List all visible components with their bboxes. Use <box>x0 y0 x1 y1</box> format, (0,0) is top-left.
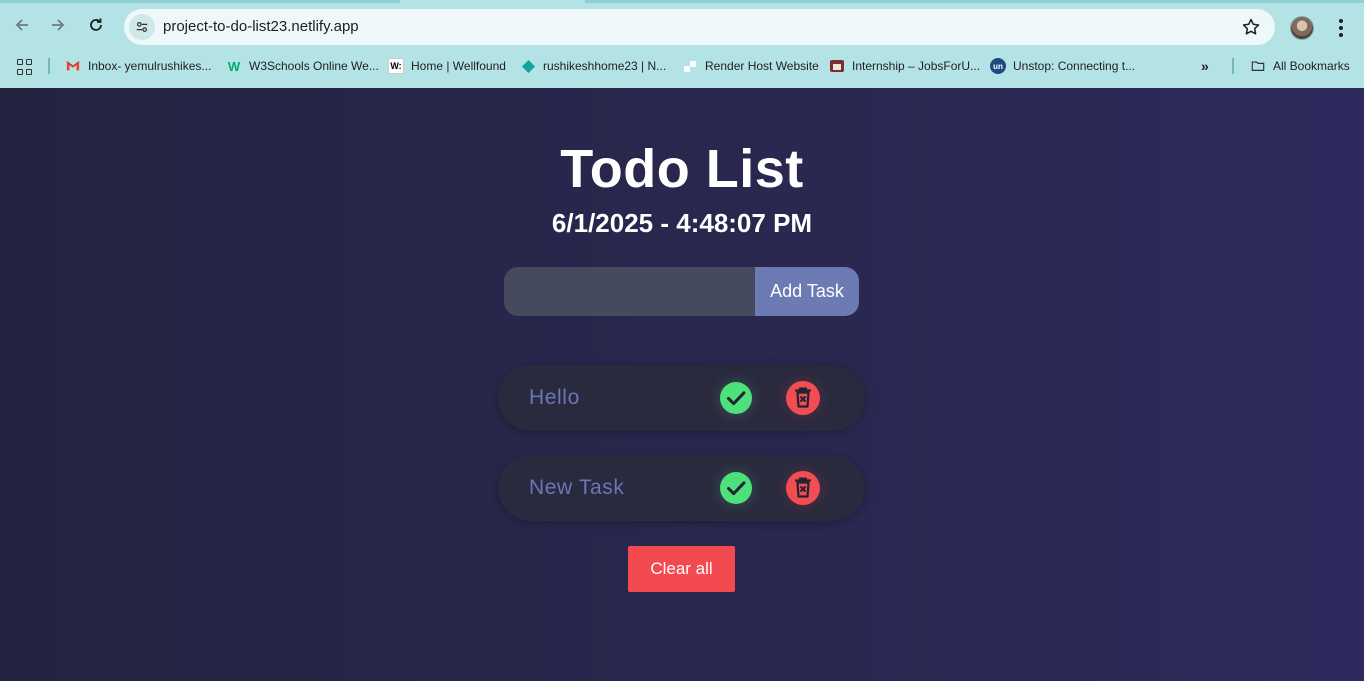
delete-task-button[interactable] <box>786 471 820 505</box>
tab-strip-edge <box>585 0 1364 3</box>
bookmark-unstop[interactable]: un Unstop: Connecting t... <box>990 56 1135 76</box>
task-label: New Task <box>529 476 625 499</box>
unstop-icon: un <box>990 58 1006 74</box>
complete-task-button[interactable] <box>720 472 752 504</box>
reload-button[interactable] <box>82 11 110 39</box>
clear-all-button[interactable]: Clear all <box>628 546 735 592</box>
bookmarks-divider <box>48 58 50 74</box>
task-item: New Task <box>498 455 865 521</box>
render-icon <box>682 58 698 74</box>
browser-menu-icon[interactable] <box>1331 17 1351 39</box>
task-input[interactable] <box>504 267 755 316</box>
bookmark-render[interactable]: Render Host Website <box>682 56 819 76</box>
complete-task-button[interactable] <box>720 382 752 414</box>
todo-app-page: Todo List 6/1/2025 - 4:48:07 PM Add Task… <box>0 88 1364 681</box>
forward-arrow-icon <box>52 19 65 31</box>
back-arrow-icon <box>15 19 28 31</box>
netlify-icon <box>520 58 536 74</box>
bookmark-wellfound[interactable]: W: Home | Wellfound <box>388 56 506 76</box>
bookmark-star-icon[interactable] <box>1241 17 1261 37</box>
add-task-button[interactable]: Add Task <box>755 267 859 316</box>
all-bookmarks-button[interactable]: All Bookmarks <box>1250 56 1350 76</box>
task-item: Hello <box>498 365 865 431</box>
back-button[interactable] <box>8 11 36 39</box>
check-icon <box>727 481 746 496</box>
tab-strip-edge <box>0 0 400 3</box>
address-bar[interactable]: project-to-do-list23.netlify.app <box>124 9 1275 45</box>
check-icon <box>727 391 746 406</box>
reload-icon <box>90 18 102 31</box>
task-label: Hello <box>529 386 580 409</box>
bookmarks-divider <box>1232 58 1234 74</box>
page-title: Todo List <box>560 139 804 199</box>
current-datetime: 6/1/2025 - 4:48:07 PM <box>551 208 813 238</box>
more-bookmarks-chevron-icon[interactable]: » <box>1201 56 1209 76</box>
wellfound-icon: W: <box>388 58 404 74</box>
url-text: project-to-do-list23.netlify.app <box>163 18 359 35</box>
delete-task-button[interactable] <box>786 381 820 415</box>
bookmark-netlify[interactable]: rushikeshhome23 | N... <box>520 56 666 76</box>
gmail-icon <box>65 58 81 74</box>
add-task-form: Add Task <box>504 267 859 316</box>
bookmark-gmail[interactable]: Inbox- yemulrushikes... <box>65 56 211 76</box>
forward-button[interactable] <box>44 11 72 39</box>
apps-grid-icon[interactable] <box>17 59 33 75</box>
browser-chrome: project-to-do-list23.netlify.app Inbox- … <box>0 0 1364 88</box>
bookmark-jobsforu[interactable]: Internship – JobsForU... <box>829 56 980 76</box>
site-info-icon[interactable] <box>129 14 155 40</box>
folder-icon <box>1250 58 1266 74</box>
trash-icon <box>794 477 812 498</box>
w3schools-icon: W <box>227 58 241 74</box>
bookmark-w3schools[interactable]: W W3Schools Online We... <box>226 56 379 76</box>
profile-avatar[interactable] <box>1290 16 1314 40</box>
browser-toolbar: project-to-do-list23.netlify.app <box>0 4 1364 50</box>
jobsforu-icon <box>829 58 845 74</box>
bookmarks-bar: Inbox- yemulrushikes... W W3Schools Onli… <box>0 52 1364 80</box>
trash-icon <box>794 387 812 408</box>
